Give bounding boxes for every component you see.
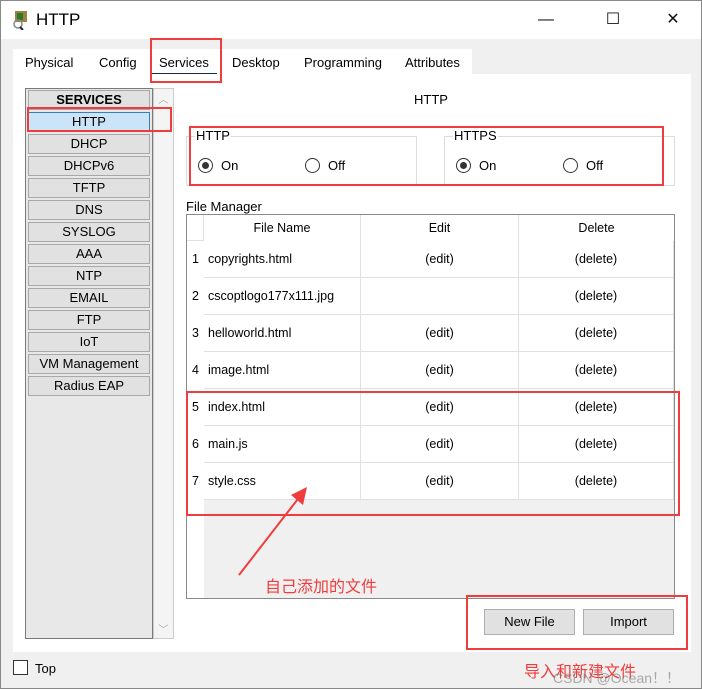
edit-link[interactable]: [361, 278, 519, 315]
tab-physical[interactable]: Physical: [17, 51, 81, 75]
scroll-up-icon[interactable]: ︿: [154, 91, 173, 106]
file-name: cscoptlogo177x111.jpg: [204, 278, 361, 315]
scroll-down-icon[interactable]: ﹀: [154, 621, 173, 636]
row-number: 1: [192, 252, 199, 266]
maximize-button[interactable]: ☐: [593, 5, 633, 35]
file-manager-label: File Manager: [186, 199, 262, 214]
service-dhcpv6[interactable]: DHCPv6: [28, 156, 150, 176]
annotation-box-services-tab: [150, 38, 222, 83]
service-tftp[interactable]: TFTP: [28, 178, 150, 198]
annotation-added-files: 自己添加的文件: [265, 579, 378, 596]
file-name: image.html: [204, 352, 361, 389]
service-vm-management[interactable]: VM Management: [28, 354, 150, 374]
annotation-arrow-icon: [238, 487, 307, 576]
service-radius-eap[interactable]: Radius EAP: [28, 376, 150, 396]
service-email[interactable]: EMAIL: [28, 288, 150, 308]
table-row: 3 helloworld.html (edit) (delete): [187, 315, 674, 352]
window-title: HTTP: [36, 10, 81, 29]
server-app-icon: [13, 11, 27, 30]
file-name: helloworld.html: [204, 315, 361, 352]
header-file-name: File Name: [204, 215, 361, 241]
table-row: 2 cscoptlogo177x111.jpg (delete): [187, 278, 674, 315]
annotation-box-buttons: [466, 595, 688, 650]
table-header: File Name Edit Delete: [187, 215, 674, 241]
delete-link[interactable]: (delete): [519, 352, 674, 389]
row-number: 2: [192, 289, 199, 303]
file-name: copyrights.html: [204, 241, 361, 278]
top-label: Top: [35, 661, 56, 676]
service-iot[interactable]: IoT: [28, 332, 150, 352]
tab-attributes[interactable]: Attributes: [397, 51, 468, 75]
service-ftp[interactable]: FTP: [28, 310, 150, 330]
delete-link[interactable]: (delete): [519, 315, 674, 352]
http-window: HTTP — ☐ ✕ Physical Config Services Desk…: [0, 0, 702, 689]
annotation-box-toggles: [189, 126, 664, 186]
service-aaa[interactable]: AAA: [28, 244, 150, 264]
header-edit: Edit: [361, 215, 519, 241]
top-checkbox[interactable]: [13, 660, 28, 675]
delete-link[interactable]: (delete): [519, 241, 674, 278]
table-row: 4 image.html (edit) (delete): [187, 352, 674, 389]
service-syslog[interactable]: SYSLOG: [28, 222, 150, 242]
tab-desktop[interactable]: Desktop: [224, 51, 288, 75]
edit-link[interactable]: (edit): [361, 352, 519, 389]
delete-link[interactable]: (delete): [519, 278, 674, 315]
section-title: HTTP: [414, 92, 448, 107]
service-dns[interactable]: DNS: [28, 200, 150, 220]
services-list: SERVICES HTTP DHCP DHCPv6 TFTP DNS SYSLO…: [25, 88, 153, 639]
header-delete: Delete: [578, 221, 615, 235]
edit-link[interactable]: (edit): [361, 241, 519, 278]
annotation-box-http: [27, 107, 172, 132]
tab-config[interactable]: Config: [91, 51, 145, 75]
title-bar: HTTP — ☐ ✕: [1, 1, 701, 39]
tab-programming[interactable]: Programming: [296, 51, 390, 75]
close-button[interactable]: ✕: [653, 5, 693, 35]
row-number: 3: [192, 326, 199, 340]
table-row: 1 copyrights.html (edit) (delete): [187, 241, 674, 278]
service-ntp[interactable]: NTP: [28, 266, 150, 286]
services-scrollbar[interactable]: ︿ ﹀: [153, 88, 174, 639]
minimize-button[interactable]: —: [526, 5, 566, 35]
service-dhcp[interactable]: DHCP: [28, 134, 150, 154]
row-number: 4: [192, 363, 199, 377]
edit-link[interactable]: (edit): [361, 315, 519, 352]
watermark: CSDN @Ocean！！: [553, 670, 681, 686]
